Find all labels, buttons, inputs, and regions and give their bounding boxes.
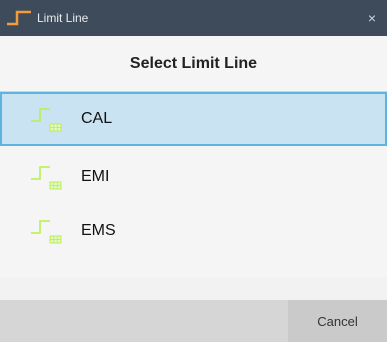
dialog-footer: Cancel (0, 300, 387, 342)
list-item-ems[interactable]: EMS (0, 204, 387, 258)
list-item-emi[interactable]: EMI (0, 150, 387, 204)
close-icon: × (367, 10, 377, 26)
title-bar: Limit Line × (0, 0, 387, 36)
window-title: Limit Line (37, 11, 89, 25)
limit-line-list: CAL EMI EMS (0, 92, 387, 278)
limit-line-dialog: Limit Line × Select Limit Line CAL EMI E… (0, 0, 387, 342)
limit-line-icon (31, 166, 62, 190)
list-item-cal[interactable]: CAL (0, 92, 387, 146)
dialog-title: Select Limit Line (129, 55, 258, 72)
close-button[interactable]: × (357, 0, 387, 36)
limit-line-icon (31, 108, 62, 132)
list-item-label: EMS (81, 222, 116, 239)
dialog-header: Select Limit Line (0, 36, 387, 92)
limit-line-icon (31, 220, 62, 244)
list-item-label: EMI (81, 168, 110, 185)
limit-line-step-icon (7, 10, 31, 26)
cancel-button[interactable]: Cancel (288, 300, 387, 342)
list-item-label: CAL (81, 110, 113, 127)
